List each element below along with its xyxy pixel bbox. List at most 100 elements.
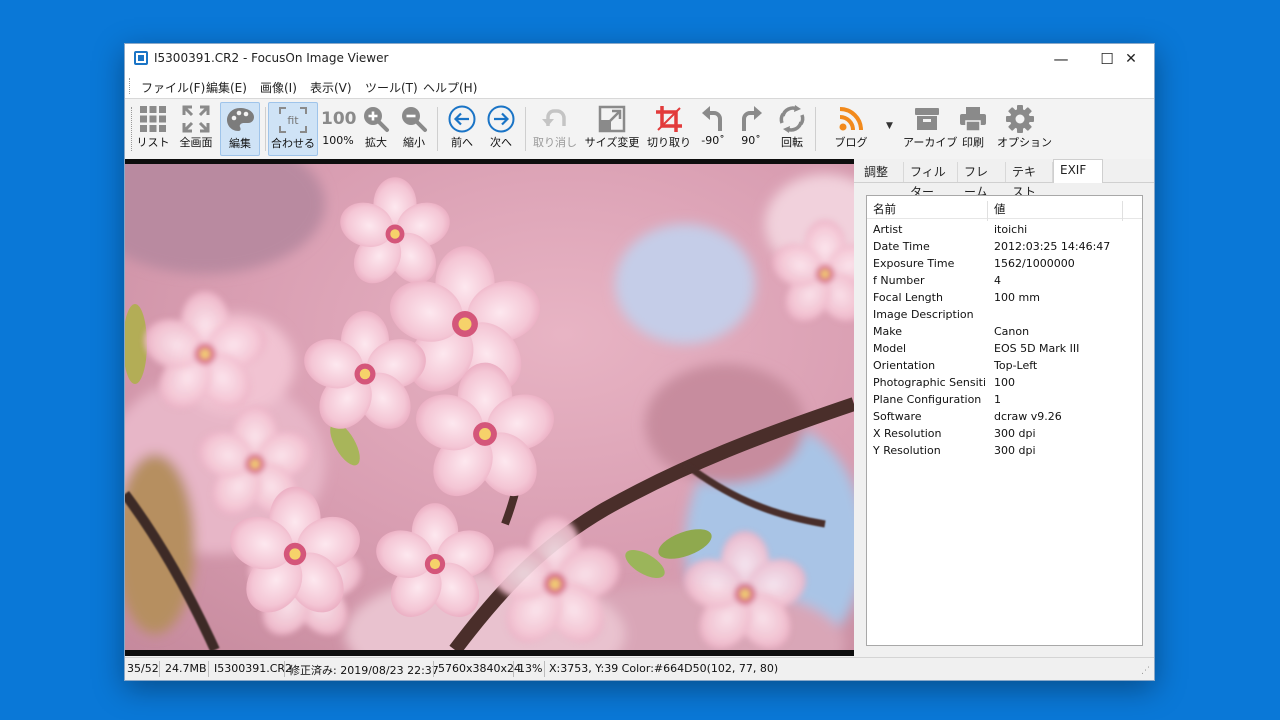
fullscreen-button[interactable]: 全画面 xyxy=(177,102,215,156)
exif-row-value: 300 dpi xyxy=(994,444,1036,457)
close-button[interactable]: ✕ xyxy=(1108,44,1154,74)
exif-row[interactable]: Make Canon xyxy=(867,324,1142,341)
exif-row[interactable]: Y Resolution 300 dpi xyxy=(867,443,1142,460)
exif-row-value: 4 xyxy=(994,274,1001,287)
fit-button[interactable]: fit 合わせる xyxy=(268,102,318,156)
rotate-right-button[interactable]: 90˚ xyxy=(737,102,765,156)
exif-row[interactable]: Photographic Sensiti... 100 xyxy=(867,375,1142,392)
title-bar[interactable]: I5300391.CR2 - FocusOn Image Viewer — ☐ … xyxy=(125,44,1154,74)
edit-button[interactable]: 編集 xyxy=(220,102,260,156)
zoom-out-button[interactable]: 縮小 xyxy=(399,102,429,156)
exif-row-name: Photographic Sensiti... xyxy=(873,376,985,389)
exif-row[interactable]: Focal Length 100 mm xyxy=(867,290,1142,307)
exif-row[interactable]: Model EOS 5D Mark III xyxy=(867,341,1142,358)
exif-row-value: 1562/1000000 xyxy=(994,257,1075,270)
exif-row[interactable]: Artist itoichi xyxy=(867,222,1142,239)
blog-button[interactable]: ブログ xyxy=(833,102,869,156)
zoom-100-button[interactable]: 100 100% xyxy=(321,102,357,156)
prev-button[interactable]: 前へ xyxy=(445,102,479,156)
archive-button[interactable]: アーカイブ xyxy=(903,102,957,156)
arrow-right-circle-icon xyxy=(484,102,518,136)
toolbar-separator xyxy=(525,107,526,151)
print-button[interactable]: 印刷 xyxy=(957,102,989,156)
status-divider xyxy=(433,661,434,677)
exif-row[interactable]: Exposure Time 1562/1000000 xyxy=(867,256,1142,273)
exif-row-name: Exposure Time xyxy=(873,257,955,270)
exif-row-name: Model xyxy=(873,342,907,355)
exif-row-value: 300 dpi xyxy=(994,427,1036,440)
exif-row-value: 100 xyxy=(994,376,1015,389)
status-bar: 35/52 24.7MB I5300391.CR2 修正済み: 2019/08/… xyxy=(125,657,1154,680)
blog-dropdown-arrow-icon[interactable]: ▼ xyxy=(886,121,893,131)
arrow-left-circle-icon xyxy=(445,102,479,136)
exif-row[interactable]: Image Description xyxy=(867,307,1142,324)
rotate-right-icon xyxy=(737,102,765,136)
menu-file[interactable]: ファイル(F) xyxy=(141,79,205,96)
resize-button[interactable]: サイズ変更 xyxy=(583,102,641,156)
column-divider[interactable] xyxy=(987,201,988,221)
resize-label: サイズ変更 xyxy=(584,136,640,149)
options-button[interactable]: オプション xyxy=(997,102,1052,156)
rotate-left-button[interactable]: -90˚ xyxy=(699,102,727,156)
exif-row[interactable]: X Resolution 300 dpi xyxy=(867,426,1142,443)
crop-icon xyxy=(646,102,692,136)
exif-header: 名前 値 xyxy=(867,196,1142,221)
prev-label: 前へ xyxy=(451,136,473,149)
resize-icon xyxy=(583,102,641,136)
tab-frame[interactable]: フレーム xyxy=(958,162,1006,199)
toolbar-grip xyxy=(131,107,132,151)
tab-text[interactable]: テキスト xyxy=(1006,162,1053,199)
exif-col-value[interactable]: 値 xyxy=(994,201,1006,217)
exif-row[interactable]: f Number 4 xyxy=(867,273,1142,290)
tab-adjust[interactable]: 調整 xyxy=(858,162,904,182)
tab-exif[interactable]: EXIF xyxy=(1053,159,1103,183)
tab-filter[interactable]: フィルター xyxy=(904,162,958,199)
zoom-in-button[interactable]: 拡大 xyxy=(361,102,391,156)
undo-button[interactable]: 取り消し xyxy=(533,102,577,156)
image-viewport[interactable] xyxy=(125,159,854,656)
fullscreen-label: 全画面 xyxy=(179,136,213,149)
exif-row-value: dcraw v9.26 xyxy=(994,410,1062,423)
exif-row-name: Artist xyxy=(873,223,903,236)
list-button[interactable]: リスト xyxy=(135,102,171,156)
exif-row[interactable]: Orientation Top-Left xyxy=(867,358,1142,375)
menu-image[interactable]: 画像(I) xyxy=(260,79,297,96)
column-divider[interactable] xyxy=(1122,201,1123,221)
menu-grip xyxy=(129,78,132,94)
app-icon xyxy=(134,51,148,65)
status-index: 35/52 xyxy=(127,662,159,675)
menu-edit[interactable]: 編集(E) xyxy=(206,79,247,96)
exif-list[interactable]: 名前 値 Artist itoichi Date Time 2012:03:25 14… xyxy=(866,195,1143,646)
rotate-label: 回転 xyxy=(781,136,803,149)
app-window: I5300391.CR2 - FocusOn Image Viewer — ☐ … xyxy=(124,43,1155,681)
zoom-in-label: 拡大 xyxy=(365,136,387,149)
blog-label: ブログ xyxy=(834,136,868,149)
list-label: リスト xyxy=(136,136,170,149)
crop-button[interactable]: 切り取り xyxy=(646,102,692,156)
exif-row[interactable]: Software dcraw v9.26 xyxy=(867,409,1142,426)
exif-row-name: Y Resolution xyxy=(873,444,941,457)
status-divider xyxy=(544,661,545,677)
status-divider xyxy=(513,661,514,677)
options-label: オプション xyxy=(997,136,1052,149)
zoom-100-icon: 100 xyxy=(321,109,357,129)
exif-row[interactable]: Plane Configuration 1 xyxy=(867,392,1142,409)
resize-grip-icon[interactable]: ⋰ xyxy=(1141,666,1150,676)
menu-tools[interactable]: ツール(T) xyxy=(365,79,418,96)
exif-row[interactable]: Date Time 2012:03:25 14:46:47 xyxy=(867,239,1142,256)
toolbar: リスト 全画面 編集 fit 合わせる 100 100% 拡大 縮小 前へ 次へ… xyxy=(125,99,1154,160)
exif-row-name: Make xyxy=(873,325,902,338)
exif-row-value: 100 mm xyxy=(994,291,1040,304)
side-panel: 調整 フィルター フレーム テキスト EXIF 名前 値 Artist itoic… xyxy=(854,159,1154,656)
crop-label: 切り取り xyxy=(647,136,691,149)
toolbar-separator xyxy=(437,107,438,151)
exif-col-name[interactable]: 名前 xyxy=(873,201,896,217)
status-zoom: 13% xyxy=(518,662,543,675)
fit-icon: fit xyxy=(269,103,317,137)
rotate-button[interactable]: 回転 xyxy=(775,102,809,156)
exif-row-name: f Number xyxy=(873,274,925,287)
menu-view[interactable]: 表示(V) xyxy=(310,79,352,96)
menu-help[interactable]: ヘルプ(H) xyxy=(423,79,477,96)
minimize-button[interactable]: — xyxy=(1038,44,1084,74)
next-button[interactable]: 次へ xyxy=(484,102,518,156)
